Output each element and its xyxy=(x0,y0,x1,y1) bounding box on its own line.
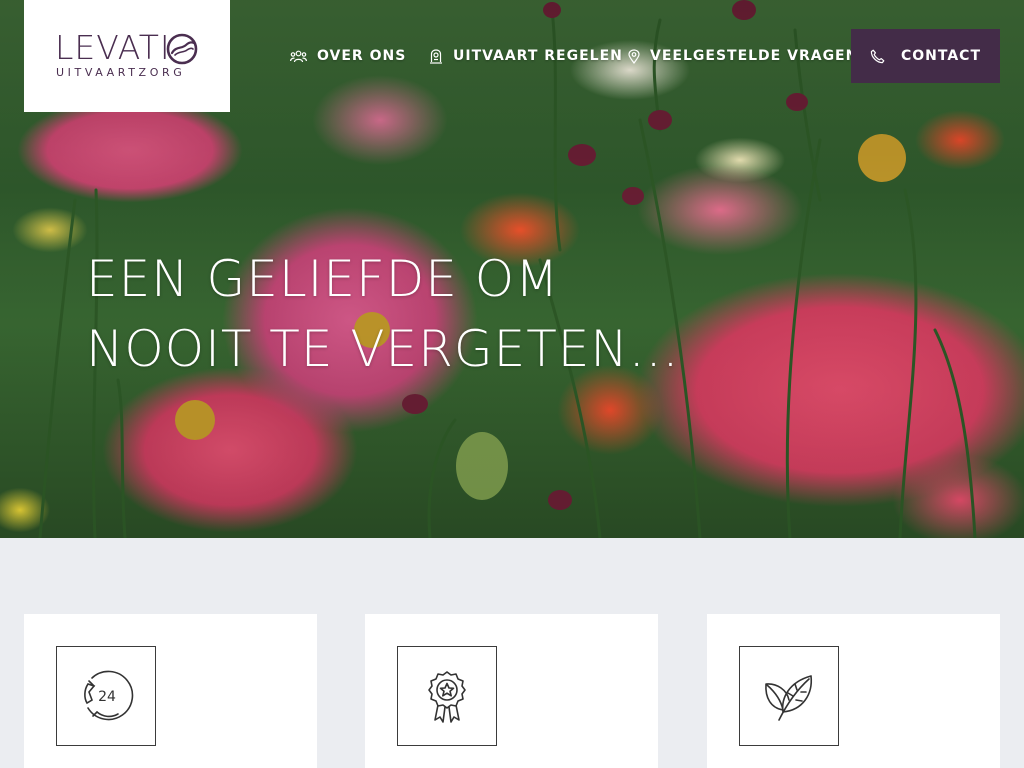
main-navigation: OVER ONS UITVAART REGELEN VEELGESTELDE V… xyxy=(0,29,1024,83)
contact-button-label: CONTACT xyxy=(900,48,981,64)
leaf-icon xyxy=(765,675,812,721)
award-rosette-icon xyxy=(428,671,466,723)
nav-item-label: OVER ONS xyxy=(317,48,407,64)
hero-title-line-1: EEN GELIEFDE OM xyxy=(86,250,560,308)
nav-item-over-ons[interactable]: OVER ONS xyxy=(290,29,406,83)
hero-title-line-2: NOOIT TE VERGETEN... xyxy=(86,320,680,378)
feature-card-24-hours: 24 xyxy=(24,614,317,768)
ribbon-badge-icon xyxy=(430,48,442,64)
contact-button[interactable]: CONTACT xyxy=(851,29,1000,83)
people-icon xyxy=(290,50,307,62)
map-pin-icon xyxy=(628,48,640,64)
nav-item-uitvaart-regelen[interactable]: UITVAART REGELEN xyxy=(429,29,623,83)
nav-item-veelgestelde-vragen[interactable]: VEELGESTELDE VRAGEN xyxy=(628,29,858,83)
nav-item-label: VEELGESTELDE VRAGEN xyxy=(650,48,859,64)
feature-card-quality xyxy=(365,614,658,768)
feature-card-sustainable xyxy=(707,614,1000,768)
phone-24-hours-icon: 24 xyxy=(84,670,134,721)
phone-icon xyxy=(870,49,885,63)
hero-title: EEN GELIEFDE OM NOOIT TE VERGETEN... xyxy=(86,244,679,384)
svg-text:24: 24 xyxy=(98,689,116,705)
card-icon-frame xyxy=(397,646,497,746)
card-icon-frame xyxy=(739,646,839,746)
nav-item-label: UITVAART REGELEN xyxy=(453,48,623,64)
card-icon-frame: 24 xyxy=(56,646,156,746)
